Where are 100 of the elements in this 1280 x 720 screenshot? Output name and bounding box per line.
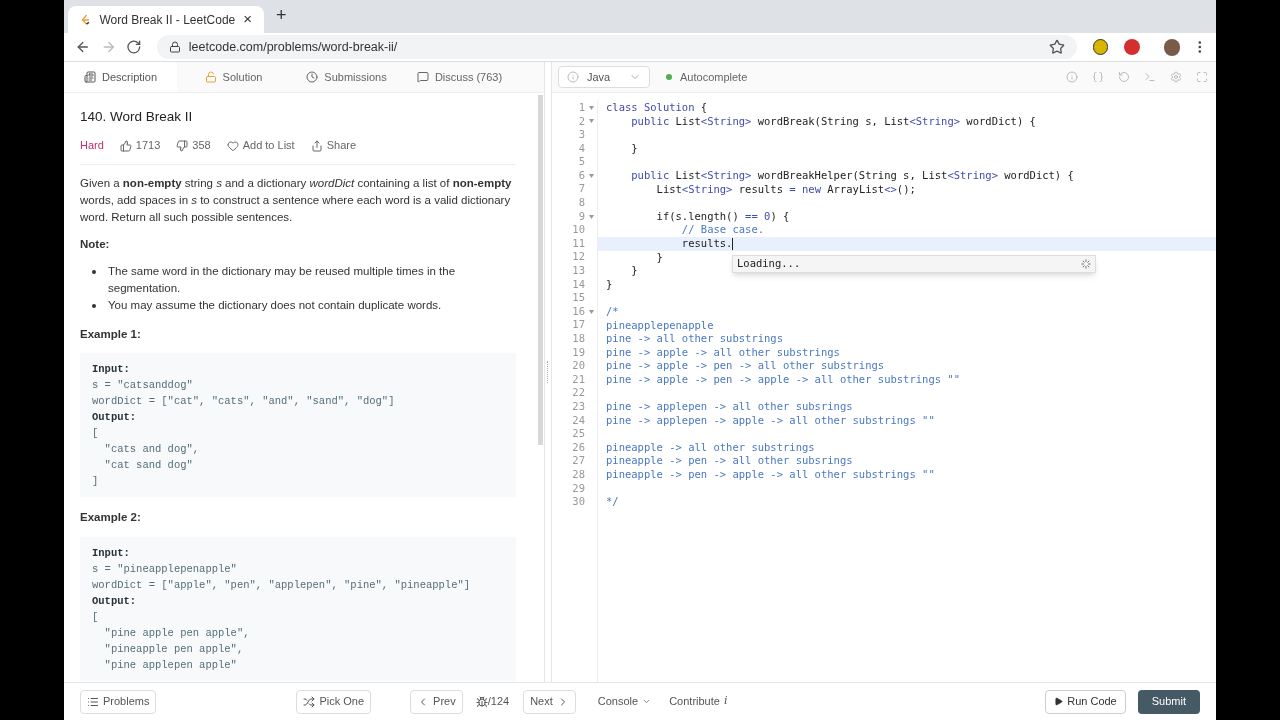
pick-one-button[interactable]: Pick One bbox=[296, 689, 372, 714]
example-label: Input: bbox=[92, 545, 131, 561]
tab-title: Word Break II - LeetCode bbox=[99, 11, 236, 29]
line-number: 17 bbox=[572, 317, 585, 333]
reset-icon[interactable] bbox=[1118, 71, 1130, 83]
info-icon[interactable] bbox=[1066, 71, 1078, 83]
line-number: 7 bbox=[578, 181, 585, 197]
close-tab-button[interactable]: × bbox=[243, 8, 252, 31]
fold-arrow-icon[interactable] bbox=[588, 309, 594, 314]
example-line: "pineapple pen apple", bbox=[103, 641, 245, 657]
example-line: [ bbox=[92, 426, 100, 442]
terminal-icon[interactable] bbox=[1144, 71, 1156, 83]
example-line: "pine applepen apple" bbox=[103, 657, 238, 673]
address-bar[interactable]: leetcode.com/problems/word-break-ii/ bbox=[156, 35, 1077, 59]
braces-icon[interactable] bbox=[1092, 71, 1104, 83]
line-number: 28 bbox=[572, 466, 585, 482]
example-line: [ bbox=[92, 609, 100, 625]
line-number: 19 bbox=[572, 344, 585, 360]
example-label: Output: bbox=[92, 593, 138, 609]
settings-icon[interactable] bbox=[1170, 71, 1182, 83]
play-icon bbox=[1054, 697, 1064, 706]
bullet-icon bbox=[92, 304, 96, 308]
avatar[interactable] bbox=[1163, 38, 1181, 56]
prev-button[interactable]: Prev bbox=[410, 689, 463, 714]
thumbs-up-icon[interactable] bbox=[119, 139, 132, 152]
note-heading: Note: bbox=[80, 236, 111, 252]
problem-tab[interactable]: Description bbox=[64, 62, 177, 92]
extension-icon[interactable] bbox=[1124, 39, 1140, 55]
line-number: 27 bbox=[572, 453, 585, 469]
lock-icon bbox=[168, 41, 181, 53]
code-line: */ bbox=[606, 495, 619, 509]
reload-icon[interactable] bbox=[126, 39, 142, 55]
fold-arrow-icon[interactable] bbox=[588, 105, 594, 110]
dislike-count: 358 bbox=[192, 138, 211, 154]
line-number: 3 bbox=[578, 127, 585, 143]
code-line: pine -> applepen -> all other subsrings bbox=[606, 400, 853, 414]
line-number: 11 bbox=[572, 235, 585, 251]
bug-icon bbox=[475, 695, 488, 708]
fold-arrow-icon[interactable] bbox=[588, 214, 594, 219]
next-button[interactable]: Next bbox=[523, 689, 576, 714]
line-number: 6 bbox=[578, 167, 585, 183]
line-number: 13 bbox=[572, 263, 585, 279]
line-number: 23 bbox=[572, 399, 585, 414]
bullet-icon bbox=[92, 270, 96, 274]
bookmark-star-icon[interactable] bbox=[1048, 39, 1065, 55]
line-number: 16 bbox=[572, 303, 585, 319]
fold-arrow-icon[interactable] bbox=[588, 173, 594, 178]
code-line: class Solution { bbox=[606, 101, 708, 115]
code-line: pine -> applepen -> apple -> all other substrings "" bbox=[606, 413, 935, 428]
autocomplete-toggle[interactable]: Autocomplete bbox=[680, 68, 748, 86]
submit-button[interactable]: Submit bbox=[1137, 689, 1200, 714]
example-line: "cats and dog", bbox=[103, 442, 201, 458]
line-number: 1 bbox=[578, 99, 585, 115]
add-to-list-link[interactable]: Add to List bbox=[242, 137, 295, 154]
heart-icon bbox=[226, 139, 239, 152]
code-line: // Base case. bbox=[680, 223, 765, 237]
line-number: 30 bbox=[572, 494, 585, 510]
url-text: leetcode.com/problems/word-break-ii/ bbox=[188, 38, 399, 56]
code-line: pineapple -> pen -> apple -> all other substrings "" bbox=[606, 468, 935, 482]
scrollbar-thumb[interactable] bbox=[537, 95, 543, 445]
fold-arrow-icon[interactable] bbox=[588, 119, 594, 124]
code-line: pine -> apple -> pen -> all other substrings bbox=[606, 359, 885, 373]
code-line: } bbox=[606, 277, 613, 292]
back-icon[interactable] bbox=[75, 39, 91, 55]
lock-icon bbox=[204, 71, 217, 83]
run-code-button[interactable]: Run Code bbox=[1045, 689, 1126, 714]
problems-button[interactable]: Problems bbox=[80, 689, 157, 714]
example-label: Output: bbox=[92, 410, 138, 426]
text-cursor bbox=[732, 237, 734, 250]
example-line: ] bbox=[92, 474, 100, 490]
fullscreen-icon[interactable] bbox=[1196, 71, 1208, 83]
line-number: 29 bbox=[572, 480, 585, 496]
example-line: wordDict = ["cat", "cats", "and", "sand", "dog"] bbox=[92, 394, 396, 410]
splitter-handle[interactable] bbox=[547, 361, 549, 383]
note-text: The same word in the dictionary may be reused multiple times in the segmentation. bbox=[108, 264, 457, 296]
code-line: /* bbox=[606, 304, 619, 319]
info-icon: i bbox=[723, 693, 728, 710]
contribute-link[interactable]: Contribute bbox=[669, 693, 720, 710]
line-number: 8 bbox=[578, 195, 585, 211]
example-line: s = "pineapplepenapple" bbox=[92, 561, 238, 577]
share-link[interactable]: Share bbox=[326, 137, 357, 154]
line-number: 10 bbox=[572, 222, 585, 238]
share-icon bbox=[310, 139, 323, 152]
line-number: 21 bbox=[572, 371, 585, 387]
code-line: results. bbox=[680, 236, 733, 251]
extension-icon[interactable] bbox=[1092, 39, 1109, 55]
thumbs-down-icon[interactable] bbox=[176, 139, 189, 152]
code-line: List<String> results = new ArrayList<>(); bbox=[655, 182, 916, 197]
example-line: "pine apple pen apple", bbox=[103, 625, 251, 641]
code-line: public List<String> wordBreakHelper(String s, List<String> wordDict) { bbox=[630, 168, 1074, 183]
document-icon bbox=[84, 71, 96, 83]
line-number: 15 bbox=[572, 290, 585, 306]
language-dropdown[interactable]: Java bbox=[558, 66, 650, 88]
code-line: pineapplepenapple bbox=[606, 318, 714, 333]
line-number: 9 bbox=[578, 208, 585, 224]
difficulty-label: Hard bbox=[80, 138, 104, 154]
example-heading: Example 2: bbox=[80, 510, 142, 526]
new-tab-button[interactable]: + bbox=[276, 2, 287, 29]
browser-tab[interactable]: Word Break II - LeetCode × bbox=[68, 6, 264, 33]
console-button[interactable]: Console bbox=[597, 693, 652, 710]
